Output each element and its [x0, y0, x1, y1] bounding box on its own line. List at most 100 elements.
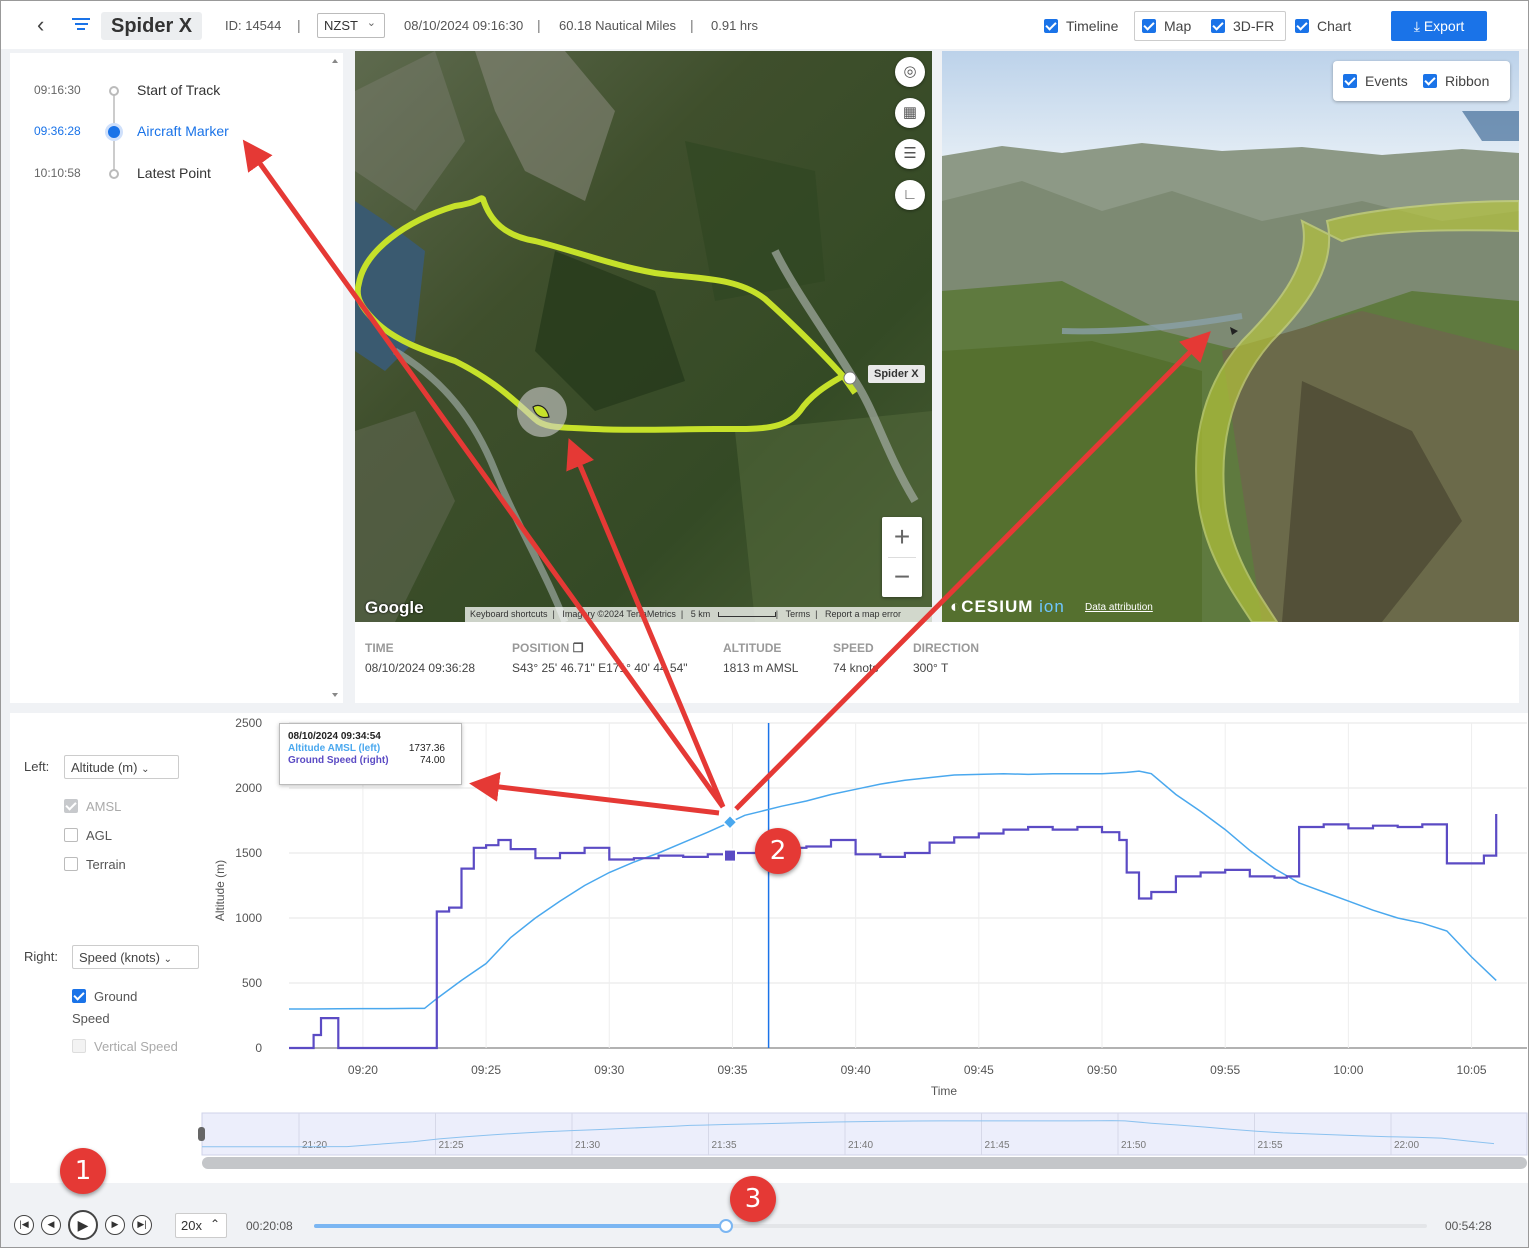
track-distance: 60.18 Nautical Miles [559, 18, 677, 33]
timeline-scrollbar[interactable] [331, 57, 339, 699]
keyboard-shortcuts-link[interactable]: Keyboard shortcuts [470, 609, 548, 619]
terms-link[interactable]: Terms [786, 609, 811, 619]
timeline-item-start[interactable]: 09:16:30 Start of Track [10, 79, 330, 103]
toggle-3d-fr[interactable]: 3D-FR [1211, 18, 1274, 34]
copy-icon[interactable]: ❐ [573, 641, 584, 655]
toggle-ribbon[interactable]: Ribbon [1423, 73, 1489, 89]
filter-icon[interactable] [71, 15, 91, 35]
right-axis-select[interactable]: Speed (knots) ⌄ [72, 945, 199, 969]
imagery-credit: Imagery ©2024 TerraMetrics [562, 609, 676, 619]
left-axis-select[interactable]: Altitude (m) ⌄ [64, 755, 179, 779]
option-vertical-speed-label: Vertical Speed [94, 1039, 178, 1054]
timeline-dot-icon [109, 169, 119, 179]
map-attribution: Keyboard shortcuts | Imagery ©2024 TerraM… [465, 607, 932, 622]
option-terrain[interactable]: Terrain [64, 857, 126, 872]
toggle-3d-fr-label: 3D-FR [1233, 18, 1275, 34]
chevron-down-icon: ⌄ [163, 954, 172, 965]
timeline-panel: 09:16:30 Start of Track 09:36:28 Aircraf… [10, 53, 343, 703]
tooltip-speed-value: 74.00 [419, 755, 445, 766]
info-time-label: TIME [365, 641, 394, 655]
export-label: Export [1423, 18, 1465, 34]
timeline-dot-icon [109, 86, 119, 96]
locate-icon[interactable]: ◎ [895, 57, 925, 87]
map-type-icon[interactable]: ▦ [895, 98, 925, 128]
skip-end-icon[interactable]: ▶| [132, 1215, 152, 1235]
cesium-wordmark: CESIUM [961, 597, 1034, 616]
cesium-logo: ◐CESIUM ion [950, 597, 1065, 617]
info-position: POSITION ❐ S43° 25' 46.71" E171° 40' 44.… [512, 641, 688, 675]
map-3d[interactable]: Events Ribbon ◐CESIUM ion Data attributi… [942, 51, 1519, 622]
step-forward-icon[interactable]: ▶ [105, 1215, 125, 1235]
checkbox-checked-icon [1044, 18, 1058, 33]
aircraft-label: Spider X [868, 365, 925, 383]
track-duration: 0.91 hrs [711, 18, 758, 33]
zoom-in-button[interactable]: + [882, 517, 922, 557]
zoom-out-button[interactable]: − [882, 557, 922, 597]
annotation-badge-1: 1 [60, 1148, 106, 1194]
option-ground-speed[interactable]: Ground [72, 989, 137, 1004]
step-back-icon[interactable]: ◀ [41, 1215, 61, 1235]
info-speed: SPEED 74 knots [833, 641, 878, 675]
back-arrow-icon[interactable]: ‹ [37, 13, 57, 37]
option-vertical-speed: Vertical Speed [72, 1039, 178, 1054]
checkbox-checked-icon [1211, 18, 1225, 33]
checkbox-empty-icon [72, 1039, 86, 1054]
playback-scrubber[interactable] [314, 1219, 1427, 1233]
info-speed-label: SPEED [833, 641, 874, 655]
timeline-item-aircraft-marker[interactable]: 09:36:28 Aircraft Marker [10, 120, 330, 144]
position-info-bar: TIME 08/10/2024 09:36:28 POSITION ❐ S43°… [355, 622, 1519, 703]
data-attribution-link[interactable]: Data attribution [1085, 602, 1153, 613]
info-direction: DIRECTION 300° T [913, 641, 979, 675]
cesium-circle-icon: ◐ [950, 597, 962, 616]
timeline-time: 09:16:30 [34, 83, 81, 97]
skip-start-icon[interactable]: |◀ [14, 1215, 34, 1235]
playback-handle[interactable] [718, 1219, 733, 1233]
playback-speed-select[interactable]: 20x ⌃ [175, 1213, 227, 1238]
3d-options-panel: Events Ribbon [1333, 61, 1510, 101]
option-terrain-label: Terrain [86, 857, 126, 872]
info-position-value: S43° 25' 46.71" E171° 40' 44.54" [512, 661, 688, 675]
option-agl[interactable]: AGL [64, 828, 112, 843]
timeline-item-latest[interactable]: 10:10:58 Latest Point [10, 162, 330, 186]
terrain-3d-view [942, 51, 1519, 622]
toggle-timeline[interactable]: Timeline [1044, 18, 1118, 34]
toggle-map-label: Map [1164, 18, 1192, 34]
timezone-select[interactable]: NZST ⌄ [317, 13, 385, 38]
checkbox-checked-icon [1295, 18, 1309, 33]
info-speed-value: 74 knots [833, 661, 879, 675]
timeline-label: Start of Track [137, 82, 221, 98]
right-axis-label: Right: [24, 949, 58, 964]
header-separator: | [690, 17, 694, 33]
measure-icon[interactable]: ∟ [895, 180, 925, 210]
timezone-value: NZST [324, 18, 358, 33]
tooltip-altitude-value: 1737.36 [408, 743, 445, 754]
timeline-label: Aircraft Marker [137, 123, 229, 139]
scale-line [717, 612, 776, 617]
toggle-map[interactable]: Map [1142, 18, 1191, 34]
tooltip-altitude-name: Altitude AMSL (left) [288, 743, 381, 754]
checkbox-checked-icon [1343, 73, 1357, 88]
checkbox-checked-icon [64, 799, 78, 814]
layers-icon[interactable]: ☰ [895, 139, 925, 169]
report-error-link[interactable]: Report a map error [825, 609, 901, 619]
satellite-imagery [355, 51, 932, 622]
chevron-up-icon: ⌃ [209, 1217, 220, 1231]
download-icon: ⤓ [1413, 18, 1420, 34]
annotation-badge-3: 3 [730, 1176, 776, 1222]
export-button[interactable]: ⤓ Export [1391, 11, 1487, 41]
playback-progress [314, 1224, 726, 1228]
playback-speed-value: 20x [181, 1218, 202, 1233]
toggle-chart[interactable]: Chart [1295, 18, 1351, 34]
play-icon[interactable]: ▶ [68, 1210, 98, 1240]
cesium-ion-wordmark: ion [1039, 597, 1065, 616]
left-axis-label: Left: [24, 759, 50, 774]
right-axis-value: Speed (knots) [79, 950, 160, 965]
map-2d[interactable]: Spider X ◎ ▦ ☰ ∟ + − Google Keyboard sho… [355, 51, 932, 622]
checkbox-empty-icon [64, 857, 78, 872]
header-separator: | [537, 17, 541, 33]
chart-tooltip: 08/10/2024 09:34:54 Altitude AMSL (left)… [279, 723, 462, 785]
toggle-events[interactable]: Events [1343, 73, 1408, 89]
info-time-value: 08/10/2024 09:36:28 [365, 661, 476, 675]
track-endpoint [843, 371, 857, 385]
zoom-controls: + − [882, 517, 922, 597]
